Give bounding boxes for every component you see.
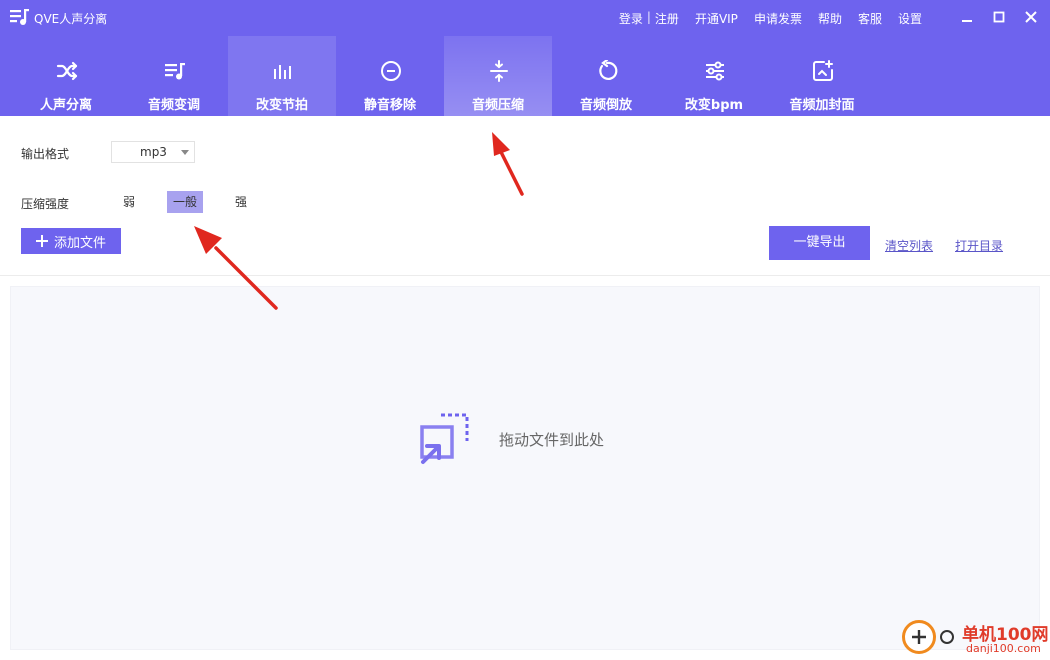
minus-circle-icon <box>381 61 401 81</box>
watermark-en: danji100.com <box>966 642 1041 655</box>
strength-option-weak[interactable]: 弱 <box>117 191 141 213</box>
export-all-button[interactable]: 一键导出 <box>769 226 870 260</box>
help-link[interactable]: 帮助 <box>818 10 842 27</box>
tab-silence-removal[interactable]: 静音移除 <box>336 36 444 116</box>
output-format-select[interactable]: mp3 <box>111 141 195 163</box>
watermark-logo-icon <box>902 620 936 654</box>
compress-icon <box>490 60 508 82</box>
tab-label: 音频变调 <box>147 98 200 113</box>
app-header: QVE人声分离 登录 | 注册 开通VIP 申请发票 帮助 客服 设置 人声分离… <box>0 0 1050 116</box>
open-directory-link[interactable]: 打开目录 <box>955 237 1003 254</box>
minimize-button[interactable] <box>958 8 976 26</box>
shuffle-icon <box>56 61 78 81</box>
tab-pitch-shift[interactable]: 音频变调 <box>120 36 228 116</box>
invoice-link[interactable]: 申请发票 <box>754 10 802 27</box>
tab-label: 静音移除 <box>363 98 416 113</box>
menu-separator: | <box>646 10 651 24</box>
annotation-arrow-tab <box>492 132 524 196</box>
tab-label: 改变bpm <box>684 98 744 113</box>
feature-tabs: 人声分离 音频变调 改变节拍 静音移除 音频压缩 音频倒放 改变bpm 音频加封… <box>12 36 876 116</box>
close-button[interactable] <box>1022 8 1040 26</box>
tab-add-cover[interactable]: 音频加封面 <box>768 36 876 116</box>
tab-label: 音频加封面 <box>789 98 855 113</box>
watermark-dot-icon <box>940 630 954 644</box>
app-title: QVE人声分离 <box>34 12 108 26</box>
tab-vocal-separation[interactable]: 人声分离 <box>12 36 120 116</box>
login-link[interactable]: 登录 <box>619 10 643 27</box>
settings-link[interactable]: 设置 <box>898 10 922 27</box>
compression-strength-label: 压缩强度 <box>21 197 70 211</box>
file-drop-zone[interactable]: 拖动文件到此处 <box>10 286 1040 650</box>
output-format-value: mp3 <box>140 145 167 159</box>
plus-icon <box>35 235 48 247</box>
divider <box>0 275 1050 276</box>
window-controls <box>958 8 1040 26</box>
title-bar: QVE人声分离 登录 | 注册 开通VIP 申请发票 帮助 客服 设置 <box>0 0 1050 36</box>
app-logo-icon <box>10 9 29 25</box>
strength-option-strong[interactable]: 强 <box>229 191 253 213</box>
tab-change-bpm[interactable]: 改变bpm <box>660 36 768 116</box>
strength-option-normal[interactable]: 一般 <box>167 191 203 213</box>
clear-list-link[interactable]: 清空列表 <box>885 237 933 254</box>
login-register: 登录 | 注册 <box>619 10 679 27</box>
tab-change-tempo[interactable]: 改变节拍 <box>228 36 336 116</box>
service-link[interactable]: 客服 <box>858 10 882 27</box>
vip-link[interactable]: 开通VIP <box>695 10 738 27</box>
close-icon <box>1025 11 1037 23</box>
drop-zone-text: 拖动文件到此处 <box>499 431 605 449</box>
register-link[interactable]: 注册 <box>655 10 679 27</box>
tab-label: 音频压缩 <box>471 98 524 113</box>
maximize-button[interactable] <box>990 8 1008 26</box>
minimize-icon <box>962 20 972 22</box>
output-format-label: 输出格式 <box>21 147 70 161</box>
tab-label: 改变节拍 <box>255 98 308 113</box>
top-menu: 登录 | 注册 开通VIP 申请发票 帮助 客服 设置 <box>619 10 922 27</box>
equalizer-bars-icon <box>274 65 291 79</box>
image-add-icon <box>813 60 833 81</box>
maximize-icon <box>993 11 1005 23</box>
add-file-button[interactable]: 添加文件 <box>21 228 121 254</box>
tab-label: 人声分离 <box>39 98 92 113</box>
tab-audio-compression[interactable]: 音频压缩 <box>444 36 552 116</box>
music-list-icon <box>165 63 185 80</box>
chevron-down-icon <box>181 150 189 155</box>
tab-audio-reverse[interactable]: 音频倒放 <box>552 36 660 116</box>
add-file-label: 添加文件 <box>53 234 106 250</box>
site-watermark: 单机100网 danji100.com <box>900 618 1050 660</box>
sliders-icon <box>706 61 724 81</box>
tab-label: 音频倒放 <box>579 98 632 113</box>
rotate-ccw-icon <box>599 60 618 80</box>
drag-drop-icon <box>420 413 469 464</box>
